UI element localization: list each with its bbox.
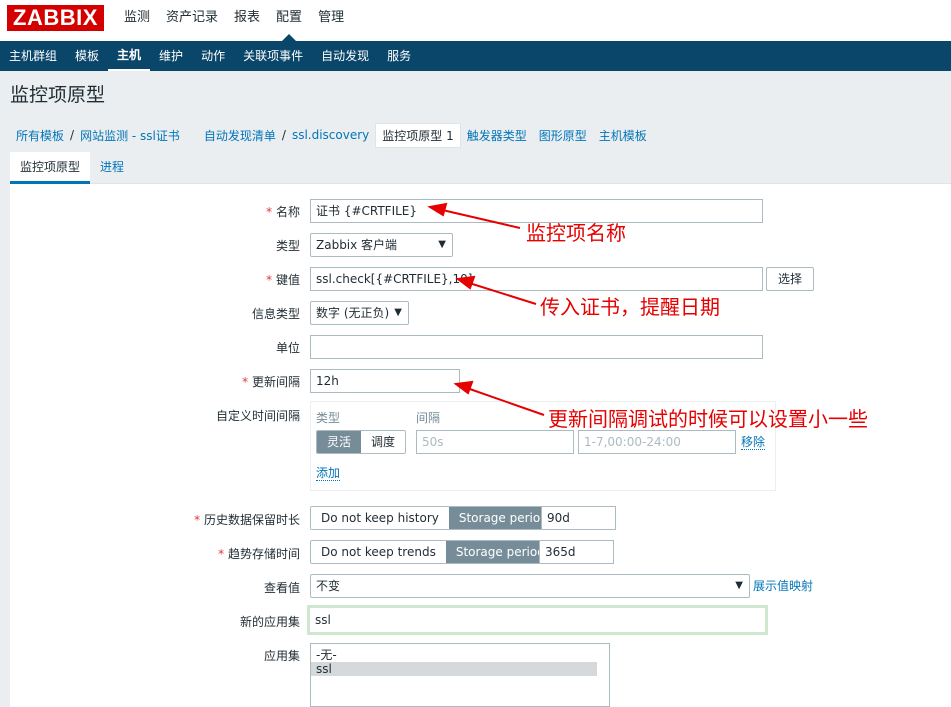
arrow-head-key [455, 275, 476, 290]
arrow-head-name [427, 202, 448, 217]
arrow-head-interval [453, 380, 474, 395]
annotation-key: 传入证书，提醒日期 [540, 295, 720, 319]
arrow-interval [463, 386, 545, 416]
annotation-interval: 更新间隔调试的时候可以设置小一些 [548, 407, 868, 431]
arrow-name [437, 208, 521, 229]
annotation-arrows [427, 202, 545, 416]
annotation-name: 监控项名称 [526, 221, 626, 245]
arrow-key [465, 281, 537, 305]
